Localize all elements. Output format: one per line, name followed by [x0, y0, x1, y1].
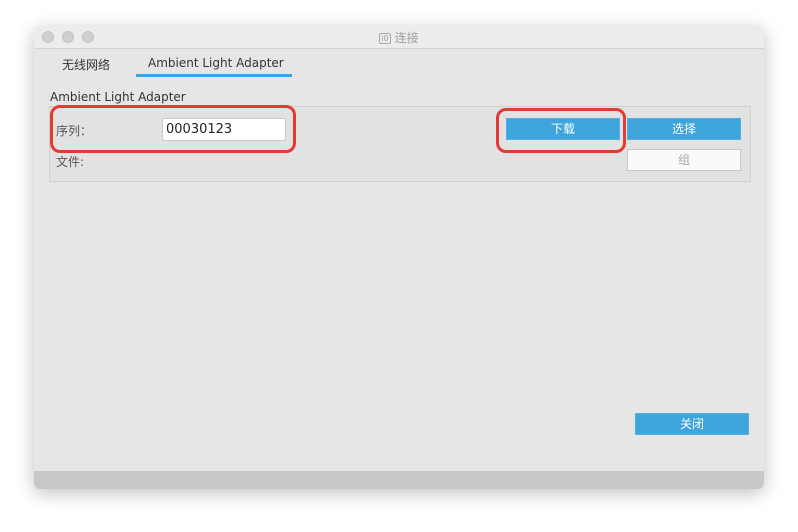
file-label: 文件: — [56, 155, 85, 169]
close-button[interactable]: 关闭 — [635, 413, 749, 435]
active-tab-indicator — [136, 74, 292, 77]
highlight-download — [496, 108, 626, 153]
tab-wireless[interactable]: 无线网络 — [62, 56, 110, 73]
window-title: i0 连接 — [34, 29, 764, 46]
title-bar: i0 连接 — [34, 26, 764, 49]
app-icon: i0 — [379, 33, 391, 44]
window-title-text: 连接 — [394, 31, 419, 45]
section-title: Ambient Light Adapter — [50, 90, 186, 104]
status-bar — [34, 471, 764, 489]
group-button[interactable]: 组 — [627, 149, 741, 171]
window: i0 连接 无线网络 Ambient Light Adapter Ambient … — [34, 26, 764, 489]
highlight-serial — [50, 105, 296, 153]
tab-ambient-light-adapter[interactable]: Ambient Light Adapter — [148, 56, 284, 70]
select-button[interactable]: 选择 — [627, 118, 741, 140]
